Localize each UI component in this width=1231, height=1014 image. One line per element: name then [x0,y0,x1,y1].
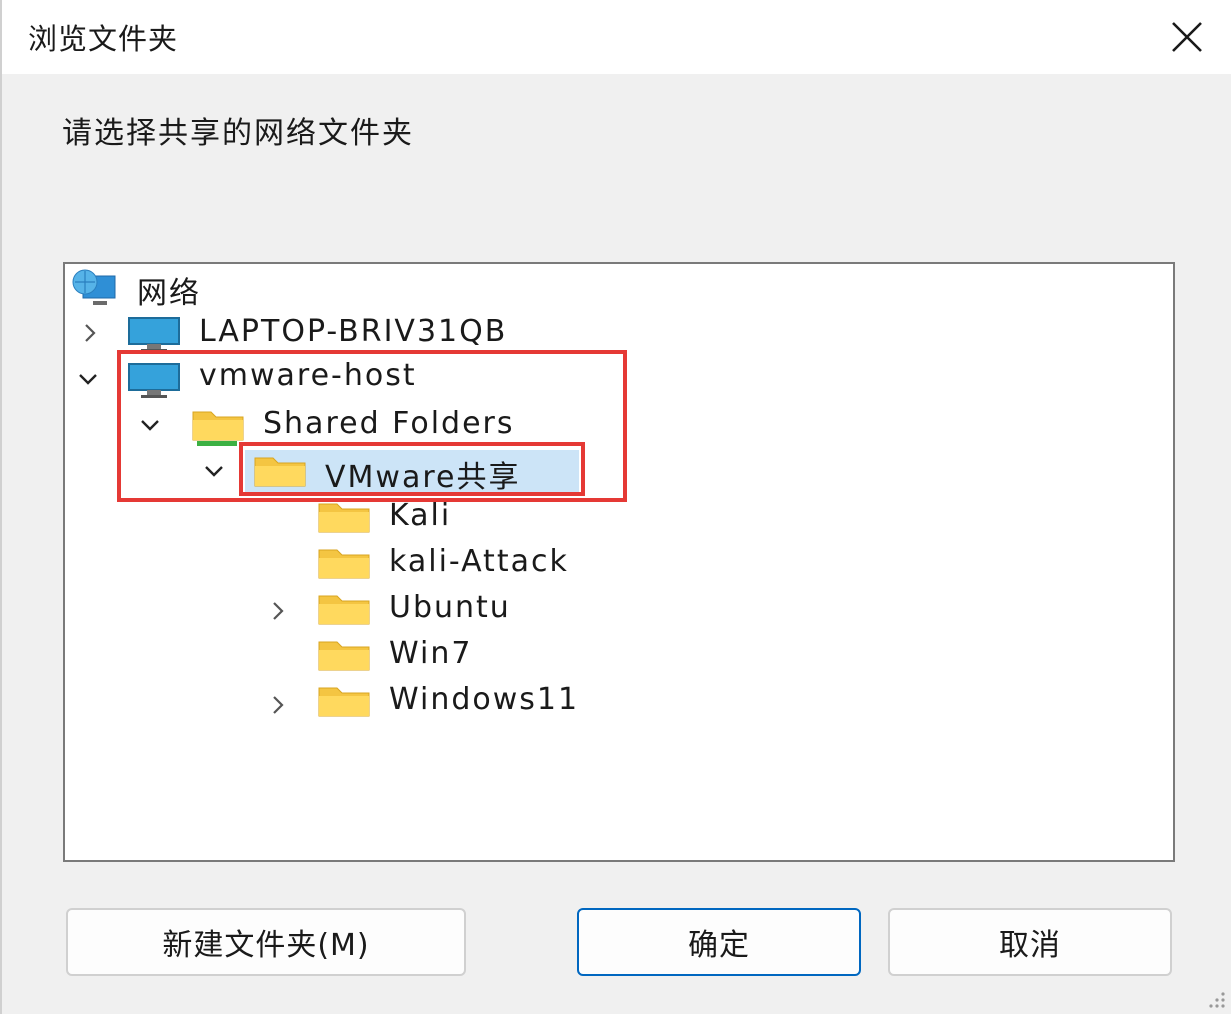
close-button[interactable] [1141,0,1231,74]
browse-folder-dialog: 浏览文件夹 请选择共享的网络文件夹 网络 LAPTOP-BRIV31QB vmw… [0,0,1231,1014]
folder-icon [318,503,370,533]
tree-item-label: LAPTOP-BRIV31QB [199,314,508,349]
tree-item-label: Ubuntu [389,590,511,625]
folder-tree[interactable]: 网络 LAPTOP-BRIV31QB vmware-host Shared Fo… [63,262,1175,862]
ok-button[interactable]: 确定 [577,908,861,976]
tree-item-windows11[interactable]: Windows11 [65,678,1165,724]
tree-item-label: Windows11 [389,682,580,717]
tree-item-ubuntu[interactable]: Ubuntu [65,586,1165,632]
computer-icon [128,317,180,352]
annotation-box-inner [239,442,585,496]
chevron-right-icon[interactable] [267,600,289,622]
tree-item-network[interactable]: 网络 [65,264,1165,311]
network-icon [72,269,116,305]
dialog-title: 浏览文件夹 [28,22,179,56]
close-icon [1172,22,1202,52]
folder-icon [318,549,370,579]
folder-icon [318,641,370,671]
folder-icon [318,687,370,717]
instruction-text: 请选择共享的网络文件夹 [62,116,414,151]
tree-item-label: 网络 [137,276,201,311]
chevron-down-icon[interactable] [77,368,99,390]
folder-icon [318,595,370,625]
chevron-right-icon[interactable] [79,322,101,344]
new-folder-button[interactable]: 新建文件夹(M) [66,908,466,976]
chevron-right-icon[interactable] [267,694,289,716]
tree-item-kali-attack[interactable]: kali-Attack [65,540,1165,586]
tree-item-label: Kali [389,498,452,533]
title-bar: 浏览文件夹 [2,0,1231,74]
cancel-button[interactable]: 取消 [888,908,1172,976]
resize-grip-icon[interactable] [1203,986,1227,1010]
tree-item-label: kali-Attack [389,544,569,579]
tree-item-label: Win7 [389,636,473,671]
tree-item-win7[interactable]: Win7 [65,632,1165,678]
